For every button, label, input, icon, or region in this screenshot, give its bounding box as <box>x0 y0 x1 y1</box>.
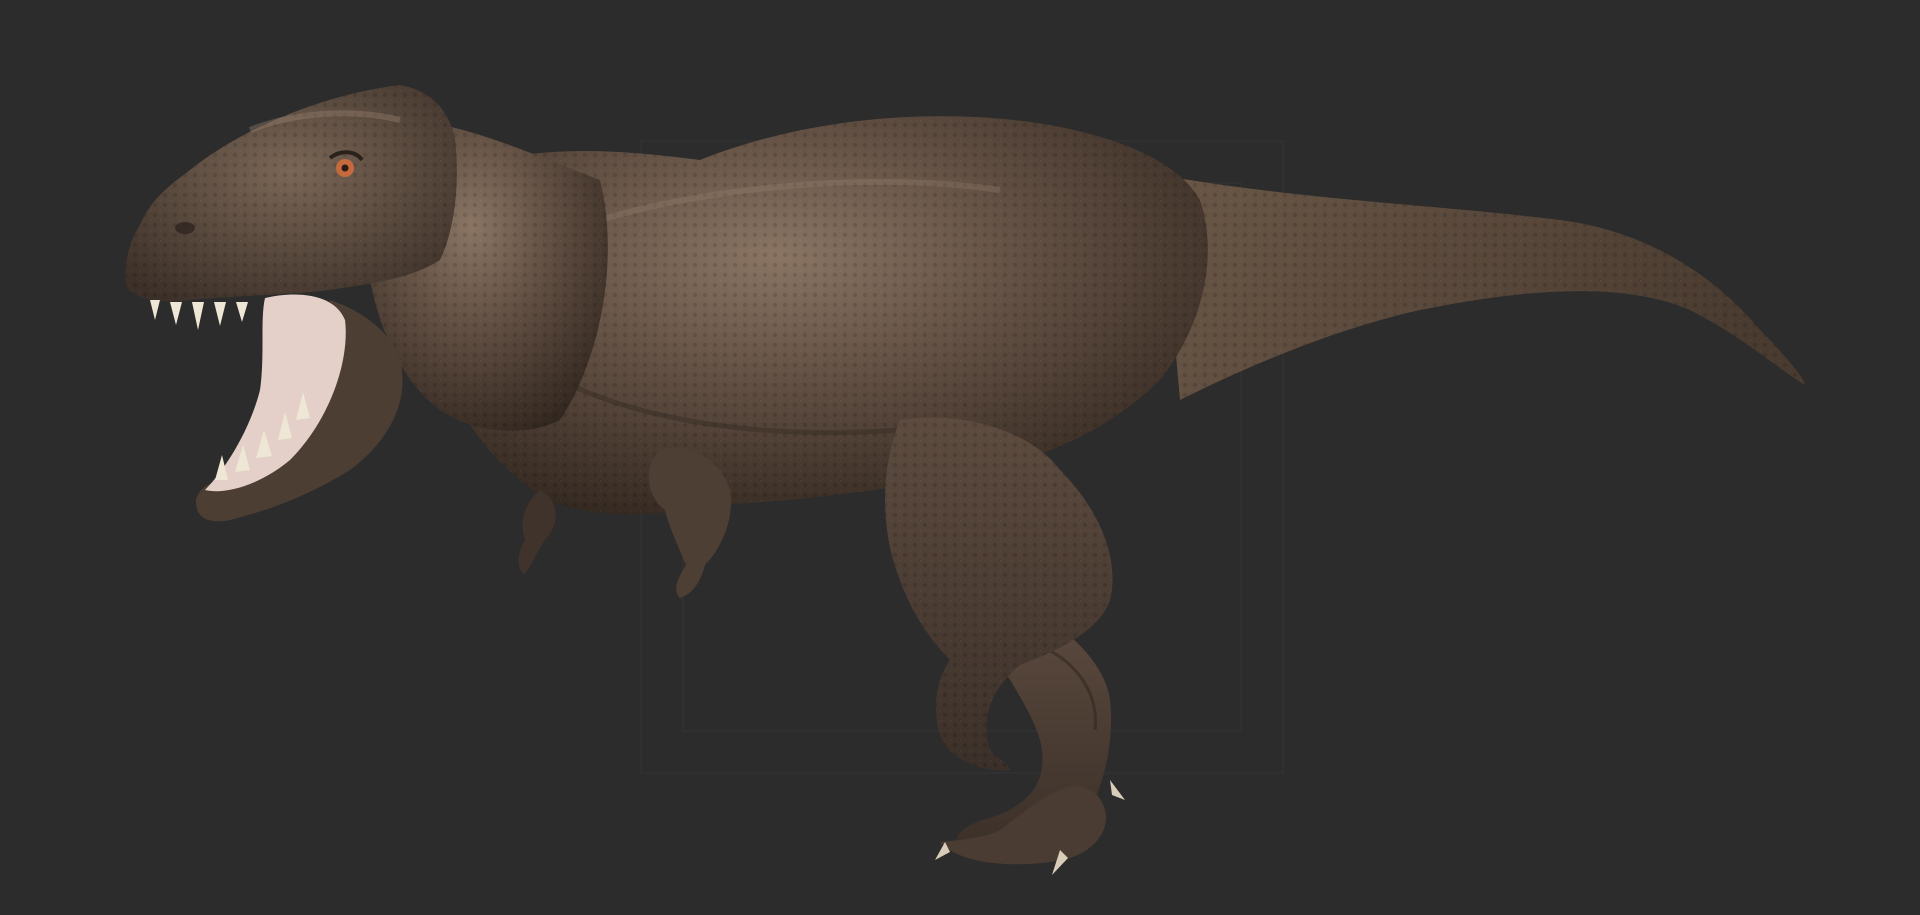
render-canvas <box>0 0 1920 915</box>
tyrannosaurus-illustration <box>125 85 1805 875</box>
near-arm <box>648 447 731 598</box>
nostril <box>175 222 195 234</box>
tail <box>1160 175 1805 400</box>
far-arm <box>518 490 556 574</box>
upper-teeth <box>150 300 248 330</box>
near-hind-leg <box>885 417 1125 875</box>
